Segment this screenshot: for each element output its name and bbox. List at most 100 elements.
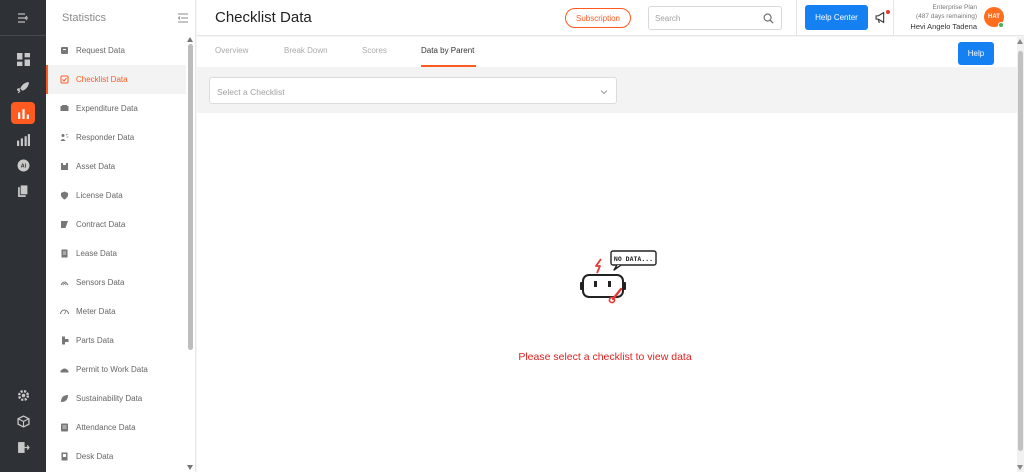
sidebar-item-meter-data[interactable]: Meter Data <box>46 297 186 326</box>
plan-name: Enterprise Plan <box>932 4 977 11</box>
documents-icon <box>17 184 28 197</box>
sidebar-item-expenditure-data[interactable]: Expenditure Data <box>46 94 186 123</box>
filter-bar: Select a Checklist <box>197 67 1017 113</box>
sidebar-item-label: Parts Data <box>76 336 114 345</box>
main-scrollbar[interactable] <box>1017 37 1024 472</box>
subscription-button[interactable]: Subscription <box>565 8 631 28</box>
attendance-icon <box>60 423 69 432</box>
sidebar-title: Statistics <box>62 12 107 24</box>
meter-icon <box>60 307 69 316</box>
responder-icon <box>60 133 69 142</box>
icon-rail: AI <box>0 0 46 472</box>
search-input[interactable] <box>649 7 759 29</box>
user-name[interactable]: Hevi Angelo Tadena <box>910 22 977 31</box>
sidebar-item-contract-data[interactable]: Contract Data <box>46 210 186 239</box>
sidebar-item-sustainability-data[interactable]: Sustainability Data <box>46 384 186 413</box>
sidebar-item-label: Desk Data <box>76 452 114 461</box>
sidebar-item-sensors-data[interactable]: Sensors Data <box>46 268 186 297</box>
no-data-robot-illustration: NO DATA... <box>580 250 657 304</box>
logout-icon <box>17 441 30 453</box>
tab-scores[interactable]: Scores <box>362 46 387 55</box>
sidebar-item-label: Asset Data <box>76 162 116 171</box>
menu-toggle[interactable] <box>0 0 46 36</box>
sensors-icon <box>60 278 69 287</box>
tab-overview[interactable]: Overview <box>215 46 248 55</box>
rocket-icon <box>16 81 29 93</box>
rail-dashboard[interactable] <box>11 48 35 70</box>
sidebar-item-checklist-data[interactable]: Checklist Data <box>46 65 186 94</box>
dashboard-icon <box>16 52 30 66</box>
gear-icon <box>17 389 29 401</box>
expenditure-icon <box>60 104 69 113</box>
sidebar-item-license-data[interactable]: License Data <box>46 181 186 210</box>
tab-data-by-parent[interactable]: Data by Parent <box>421 46 474 55</box>
sidebar-item-label: Expenditure Data <box>76 104 138 113</box>
analytics-icon <box>16 133 30 146</box>
sidebar-scroll-thumb[interactable] <box>188 44 193 350</box>
sidebar-item-responder-data[interactable]: Responder Data <box>46 123 186 152</box>
sidebar-item-request-data[interactable]: Request Data <box>46 36 186 65</box>
sidebar-item-asset-data[interactable]: Asset Data <box>46 152 186 181</box>
rail-rocket[interactable] <box>11 76 35 98</box>
sidebar-item-label: Meter Data <box>76 307 116 316</box>
plan-days-remaining: (487 days remaining) <box>915 13 977 20</box>
sidebar-item-label: Lease Data <box>76 249 117 258</box>
main-content: Overview Break Down Scores Data by Paren… <box>197 37 1017 472</box>
sidebar-item-attendance-data[interactable]: Attendance Data <box>46 413 186 442</box>
chevron-down-icon <box>600 90 608 95</box>
sidebar-scrollbar[interactable] <box>186 36 195 472</box>
rail-ai[interactable]: AI <box>11 154 35 176</box>
sidebar-item-label: Responder Data <box>76 133 135 142</box>
divider <box>796 0 797 36</box>
rail-documents[interactable] <box>11 180 35 202</box>
online-status-dot <box>998 22 1004 28</box>
sidebar-item-permit-to-work-data[interactable]: Permit to Work Data <box>46 355 186 384</box>
scroll-up-arrow-icon[interactable] <box>1017 39 1023 44</box>
search-icon[interactable] <box>763 13 774 24</box>
sidebar-item-desk-data[interactable]: Desk Data <box>46 442 186 471</box>
bar-chart-icon <box>17 108 29 119</box>
rail-logout[interactable] <box>11 436 35 458</box>
no-data-bubble-text: NO DATA... <box>614 255 653 263</box>
box-icon <box>16 414 30 428</box>
help-button[interactable]: Help <box>958 42 994 65</box>
menu-collapse-icon <box>18 12 28 23</box>
app-window: AI Statistics Request Data Checklist Data… <box>0 0 1024 472</box>
scroll-down-arrow-icon[interactable] <box>1017 465 1023 470</box>
scroll-up-arrow-icon[interactable] <box>187 37 193 42</box>
asset-icon <box>60 162 69 171</box>
desk-icon <box>60 452 69 461</box>
sidebar-item-label: Attendance Data <box>76 423 136 432</box>
main-scroll-thumb[interactable] <box>1018 51 1023 451</box>
parts-icon <box>60 336 69 345</box>
sidebar-header: Statistics <box>46 0 195 36</box>
top-bar: Checklist Data Subscription Help Center … <box>197 0 1024 36</box>
permit-icon <box>60 365 69 374</box>
tab-break-down[interactable]: Break Down <box>284 46 328 55</box>
checklist-select[interactable]: Select a Checklist <box>209 77 617 104</box>
rail-analytics[interactable] <box>11 128 35 150</box>
tab-bar: Overview Break Down Scores Data by Paren… <box>197 37 1017 67</box>
statistics-sidebar: Statistics Request Data Checklist Data Exp… <box>46 0 196 472</box>
sidebar-item-label: Contract Data <box>76 220 126 229</box>
collapse-sidebar-icon[interactable] <box>177 12 189 24</box>
sidebar-item-label: License Data <box>76 191 123 200</box>
rail-settings[interactable] <box>11 384 35 406</box>
ai-chat-icon: AI <box>17 159 29 171</box>
divider <box>893 0 894 36</box>
search-box <box>648 6 782 30</box>
license-icon <box>60 191 69 200</box>
contract-icon <box>60 220 69 229</box>
scroll-down-arrow-icon[interactable] <box>187 465 193 470</box>
checklist-select-placeholder: Select a Checklist <box>217 87 285 97</box>
rail-box[interactable] <box>11 410 35 432</box>
plan-info: Enterprise Plan (487 days remaining) Hev… <box>910 3 977 31</box>
help-center-button[interactable]: Help Center <box>805 5 868 30</box>
sidebar-item-lease-data[interactable]: Lease Data <box>46 239 186 268</box>
sidebar-item-parts-data[interactable]: Parts Data <box>46 326 186 355</box>
rail-statistics[interactable] <box>11 102 35 124</box>
sidebar-list: Request Data Checklist Data Expenditure Da… <box>46 36 186 471</box>
sidebar-item-label: Permit to Work Data <box>76 365 148 374</box>
sidebar-item-label: Request Data <box>76 46 125 55</box>
sustainability-icon <box>60 394 69 403</box>
